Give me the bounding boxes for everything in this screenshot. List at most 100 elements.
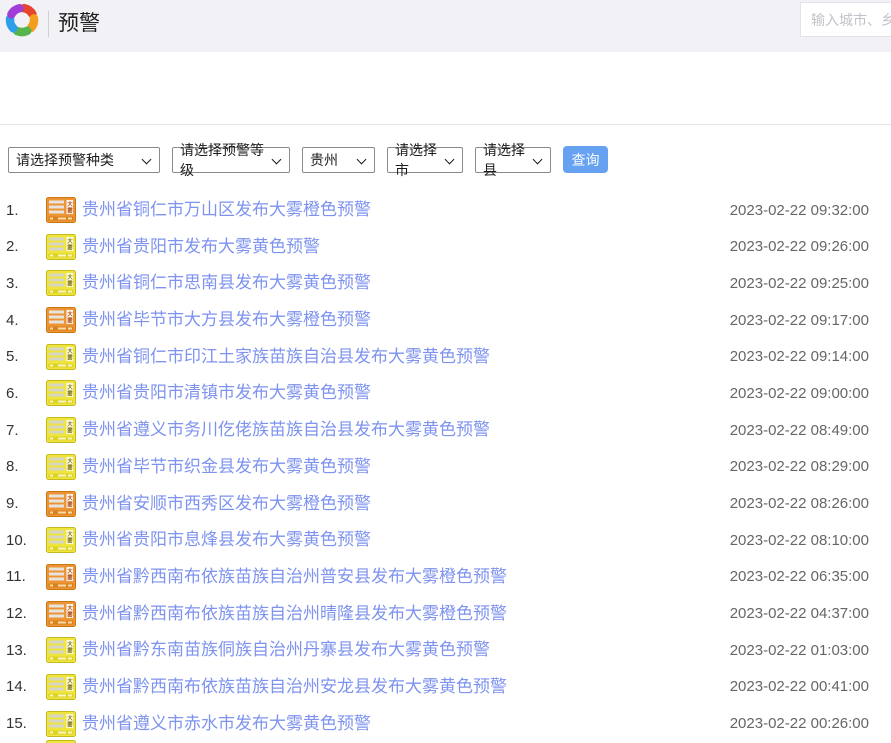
warning-time: 2023-02-22 09:14:00 [729,348,869,366]
warning-time: 2023-02-22 01:03:00 [729,641,869,659]
warning-list-item: 1. 大雾 贵州省铜仁市万山区发布大雾橙色预警 2023-02-22 09:32… [0,197,891,223]
svg-text:雾: 雾 [66,390,73,398]
site-logo-icon[interactable] [2,0,42,40]
warning-list-item: 11. 大雾 贵州省黔西南布依族苗族自治州普安县发布大雾橙色预警 2023-02… [0,563,891,590]
warning-time: 2023-02-22 08:49:00 [729,421,869,439]
warning-list-item: 9. 大雾 贵州省安顺市西秀区发布大雾橙色预警 2023-02-22 08:26… [0,490,891,517]
svg-text:雾: 雾 [66,243,73,251]
row-number: 8. [6,458,19,476]
warning-link[interactable]: 贵州省贵阳市清镇市发布大雾黄色预警 [82,380,371,406]
row-number: 14. [6,678,27,696]
warning-time: 2023-02-22 00:41:00 [729,678,869,696]
warning-link[interactable]: 贵州省黔西南布依族苗族自治州安龙县发布大雾黄色预警 [82,674,507,700]
warning-link[interactable]: 贵州省铜仁市思南县发布大雾黄色预警 [82,270,371,296]
warning-link[interactable]: 贵州省遵义市务川仡佬族苗族自治县发布大雾黄色预警 [82,417,490,443]
row-number: 6. [6,384,19,402]
warning-icon: 大雾 [46,527,76,554]
svg-text:雾: 雾 [66,537,73,545]
query-button[interactable]: 查询 [563,146,608,173]
svg-text:雾: 雾 [66,720,73,728]
warning-time: 2023-02-22 09:00:00 [729,384,869,402]
warning-time: 2023-02-22 09:32:00 [729,201,869,219]
svg-text:雾: 雾 [66,317,73,325]
warning-list-item: 12. 大雾 贵州省黔西南布依族苗族自治州晴隆县发布大雾橙色预警 2023-02… [0,600,891,627]
row-number: 7. [6,421,19,439]
warning-time: 2023-02-22 09:17:00 [729,311,869,329]
warning-icon: 大雾 [46,563,76,590]
svg-text:雾: 雾 [66,647,73,655]
warning-time: 2023-02-22 09:26:00 [729,238,869,256]
warning-level-select[interactable]: 请选择预警等级 [172,142,290,178]
row-number: 12. [6,605,27,623]
svg-text:大: 大 [67,604,73,612]
warning-list-item: 13. 大雾 贵州省黔东南苗族侗族自治州丹寨县发布大雾黄色预警 2023-02-… [0,637,891,664]
row-number: 9. [6,495,19,512]
warning-type-select-value: 请选择预警种类 [16,151,114,168]
warning-link[interactable]: 贵州省黔西南布依族苗族自治州晴隆县发布大雾橙色预警 [82,601,507,627]
warning-link[interactable]: 贵州省安顺市西秀区发布大雾橙色预警 [82,491,371,517]
row-number: 5. [6,348,19,366]
svg-text:雾: 雾 [66,683,73,691]
row-number: 2. [6,238,19,256]
county-select-value: 请选择县 [483,141,525,178]
svg-text:大: 大 [67,237,73,245]
filter-bar: 请选择预警种类 请选择预警等级 贵州 请选择市 请选择县 查询 [8,142,608,178]
row-number: 10. [6,531,27,549]
warning-icon: 大雾 [46,380,76,407]
warning-link[interactable]: 贵州省毕节市大方县发布大雾橙色预警 [82,307,371,333]
svg-text:大: 大 [67,677,73,685]
row-number: 15. [6,715,27,733]
svg-text:大: 大 [67,200,73,208]
svg-text:雾: 雾 [66,610,73,618]
svg-text:雾: 雾 [66,573,73,581]
svg-text:大: 大 [67,347,73,355]
svg-text:大: 大 [67,420,73,428]
warning-link[interactable]: 贵州省遵义市赤水市发布大雾黄色预警 [82,711,371,737]
svg-text:雾: 雾 [66,353,73,361]
warning-list-item: 5. 大雾 贵州省铜仁市印江土家族苗族自治县发布大雾黄色预警 2023-02-2… [0,343,891,370]
warning-icon: 大雾 [46,637,76,664]
warning-link[interactable]: 贵州省毕节市织金县发布大雾黄色预警 [82,454,371,480]
search-input[interactable] [800,2,891,37]
city-select[interactable]: 请选择市 [387,142,463,178]
warning-link[interactable]: 贵州省铜仁市印江土家族苗族自治县发布大雾黄色预警 [82,344,490,370]
svg-text:雾: 雾 [66,463,73,471]
warning-link[interactable]: 贵州省贵阳市发布大雾黄色预警 [82,234,320,260]
svg-text:雾: 雾 [66,500,73,508]
warning-link[interactable]: 贵州省黔东南苗族侗族自治州丹寨县发布大雾黄色预警 [82,637,490,663]
warning-link[interactable]: 贵州省黔西南布依族苗族自治州普安县发布大雾橙色预警 [82,564,507,590]
province-select[interactable]: 贵州 [302,146,375,173]
svg-text:大: 大 [67,494,73,502]
warning-link[interactable]: 贵州省贵阳市息烽县发布大雾黄色预警 [82,527,371,553]
svg-text:大: 大 [67,310,73,318]
warning-icon: 大雾 [46,710,76,737]
svg-text:雾: 雾 [66,207,73,215]
warning-time: 2023-02-22 09:25:00 [729,274,869,292]
warning-time: 2023-02-22 00:26:00 [729,715,869,733]
header-divider [48,11,49,37]
warning-icon: 大雾 [46,490,76,517]
warning-list-item: 8. 大雾 贵州省毕节市织金县发布大雾黄色预警 2023-02-22 08:29… [0,453,891,480]
warning-list-item: 2. 大雾 贵州省贵阳市发布大雾黄色预警 2023-02-22 09:26:00 [0,233,891,260]
warning-icon: 大雾 [46,600,76,627]
county-select[interactable]: 请选择县 [475,142,551,178]
svg-text:大: 大 [67,273,73,281]
warning-icon: 大雾 [46,233,76,260]
svg-text:雾: 雾 [66,427,73,435]
warning-link[interactable]: 贵州省铜仁市万山区发布大雾橙色预警 [82,197,371,223]
warning-list-item: 14. 大雾 贵州省黔西南布依族苗族自治州安龙县发布大雾黄色预警 2023-02… [0,673,891,700]
warning-time: 2023-02-22 08:29:00 [729,458,869,476]
warning-icon: 大雾 [46,270,76,297]
header: 预警 [0,0,891,52]
svg-text:雾: 雾 [66,280,73,288]
row-number: 3. [6,274,19,292]
warning-level-select-value: 请选择预警等级 [180,141,264,178]
warning-list-item: 6. 大雾 贵州省贵阳市清镇市发布大雾黄色预警 2023-02-22 09:00… [0,380,891,407]
warning-type-select[interactable]: 请选择预警种类 [8,146,160,173]
warning-list-item: 3. 大雾 贵州省铜仁市思南县发布大雾黄色预警 2023-02-22 09:25… [0,270,891,297]
row-number: 1. [6,201,19,219]
svg-text:大: 大 [67,383,73,391]
svg-text:大: 大 [67,567,73,575]
warning-icon: 大雾 [46,343,76,370]
row-number: 13. [6,641,27,659]
